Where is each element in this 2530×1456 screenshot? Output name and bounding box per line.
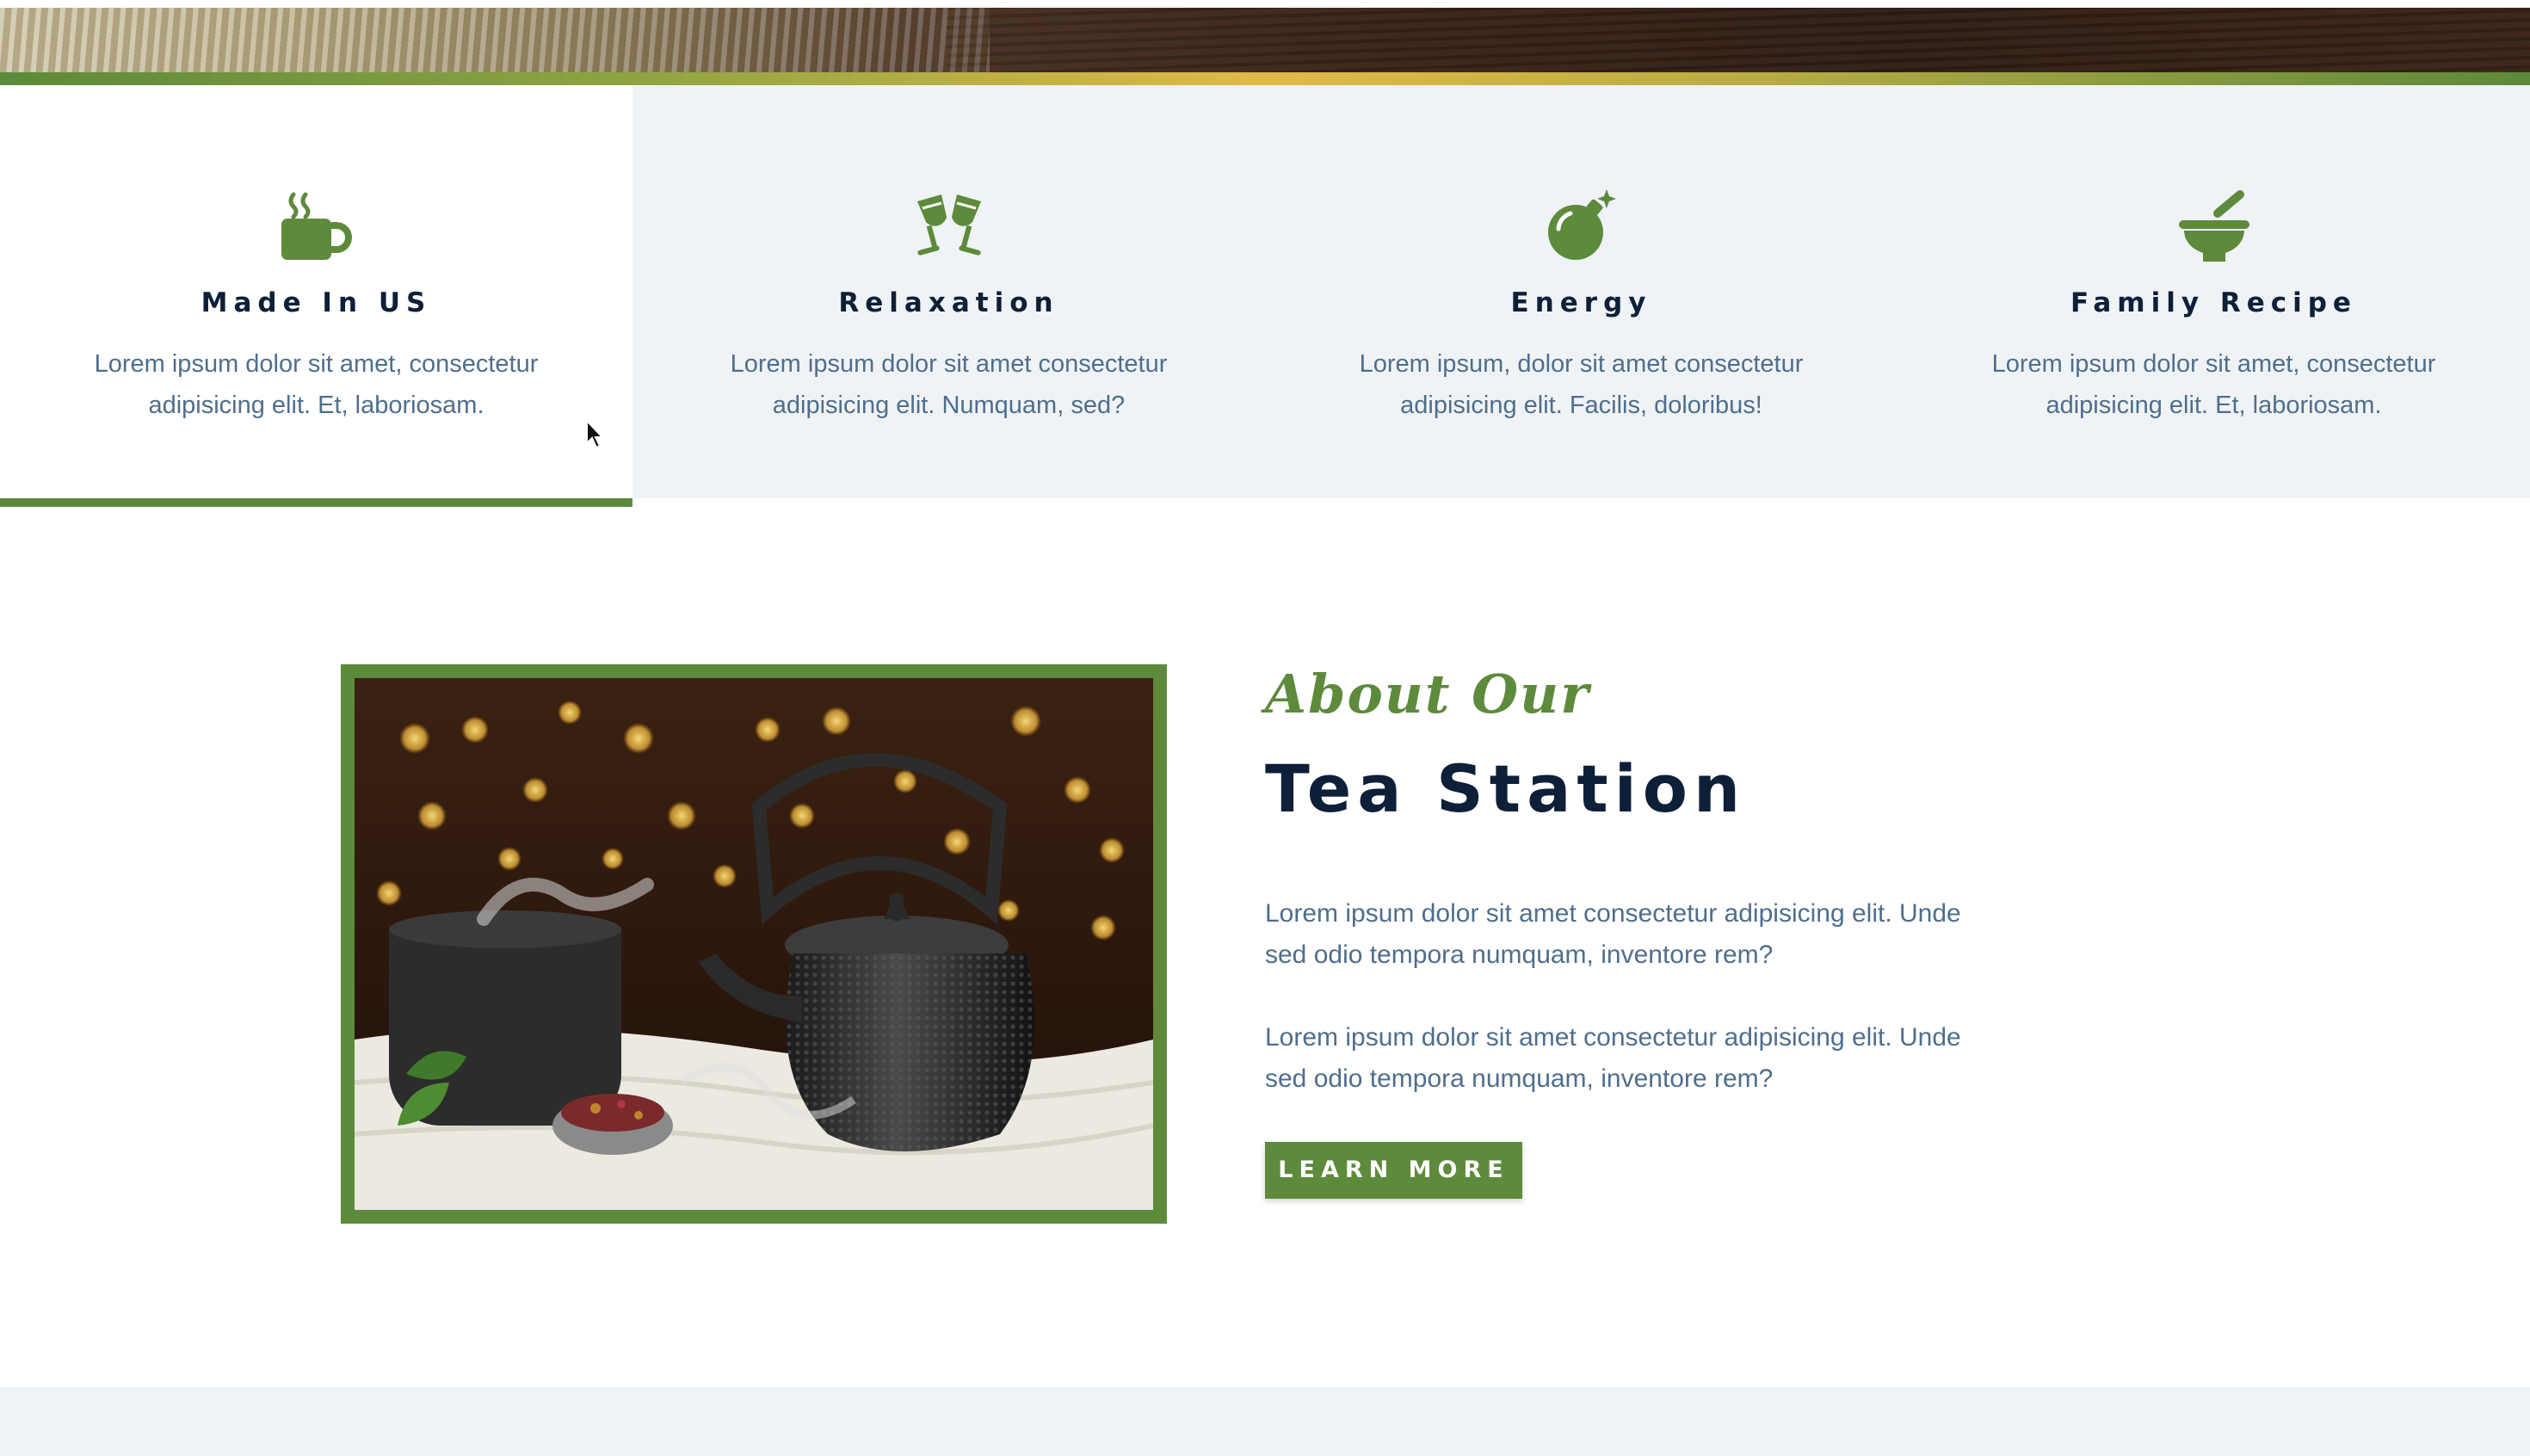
mouse-cursor-icon [586,419,605,449]
feature-title: Relaxation [838,287,1059,318]
learn-more-button[interactable]: LEARN MORE [1265,1142,1522,1199]
feature-card-made-in-us[interactable]: Made In US Lorem ipsum dolor sit amet, c… [0,85,632,507]
feature-card-family-recipe[interactable]: Family Recipe Lorem ipsum dolor sit amet… [1898,85,2530,498]
about-paragraph-1: Lorem ipsum dolor sit amet consectetur a… [1265,899,1961,969]
feature-card-energy[interactable]: Energy Lorem ipsum, dolor sit amet conse… [1265,85,1898,498]
about-script-heading: About Our [1265,663,1590,725]
tea-station-photo [341,664,1167,1224]
features-section: Made In US Lorem ipsum dolor sit amet, c… [0,85,2530,507]
feature-title: Family Recipe [2070,287,2357,318]
feature-card-relaxation[interactable]: Relaxation Lorem ipsum dolor sit amet co… [632,85,1265,498]
feature-text: Lorem ipsum dolor sit amet, consectetur … [1991,350,2436,419]
feature-text: Lorem ipsum dolor sit amet consectetur a… [730,350,1168,419]
glasses-cheers-icon [916,194,981,256]
bomb-icon [1547,189,1616,260]
next-section-band [0,1387,2530,1456]
mug-hot-icon [281,192,352,260]
about-title: Tea Station [1265,750,1747,827]
feature-title: Made In US [201,287,432,318]
mortar-pestle-icon [2178,190,2249,262]
feature-text: Lorem ipsum dolor sit amet, consectetur … [94,350,539,419]
feature-title: Energy [1510,287,1652,318]
about-paragraph-2: Lorem ipsum dolor sit amet consectetur a… [1265,1023,1961,1093]
hero-image-strip [0,0,2530,72]
hero-divider-bar [0,72,2530,85]
feature-text: Lorem ipsum, dolor sit amet consectetur … [1359,350,1804,419]
